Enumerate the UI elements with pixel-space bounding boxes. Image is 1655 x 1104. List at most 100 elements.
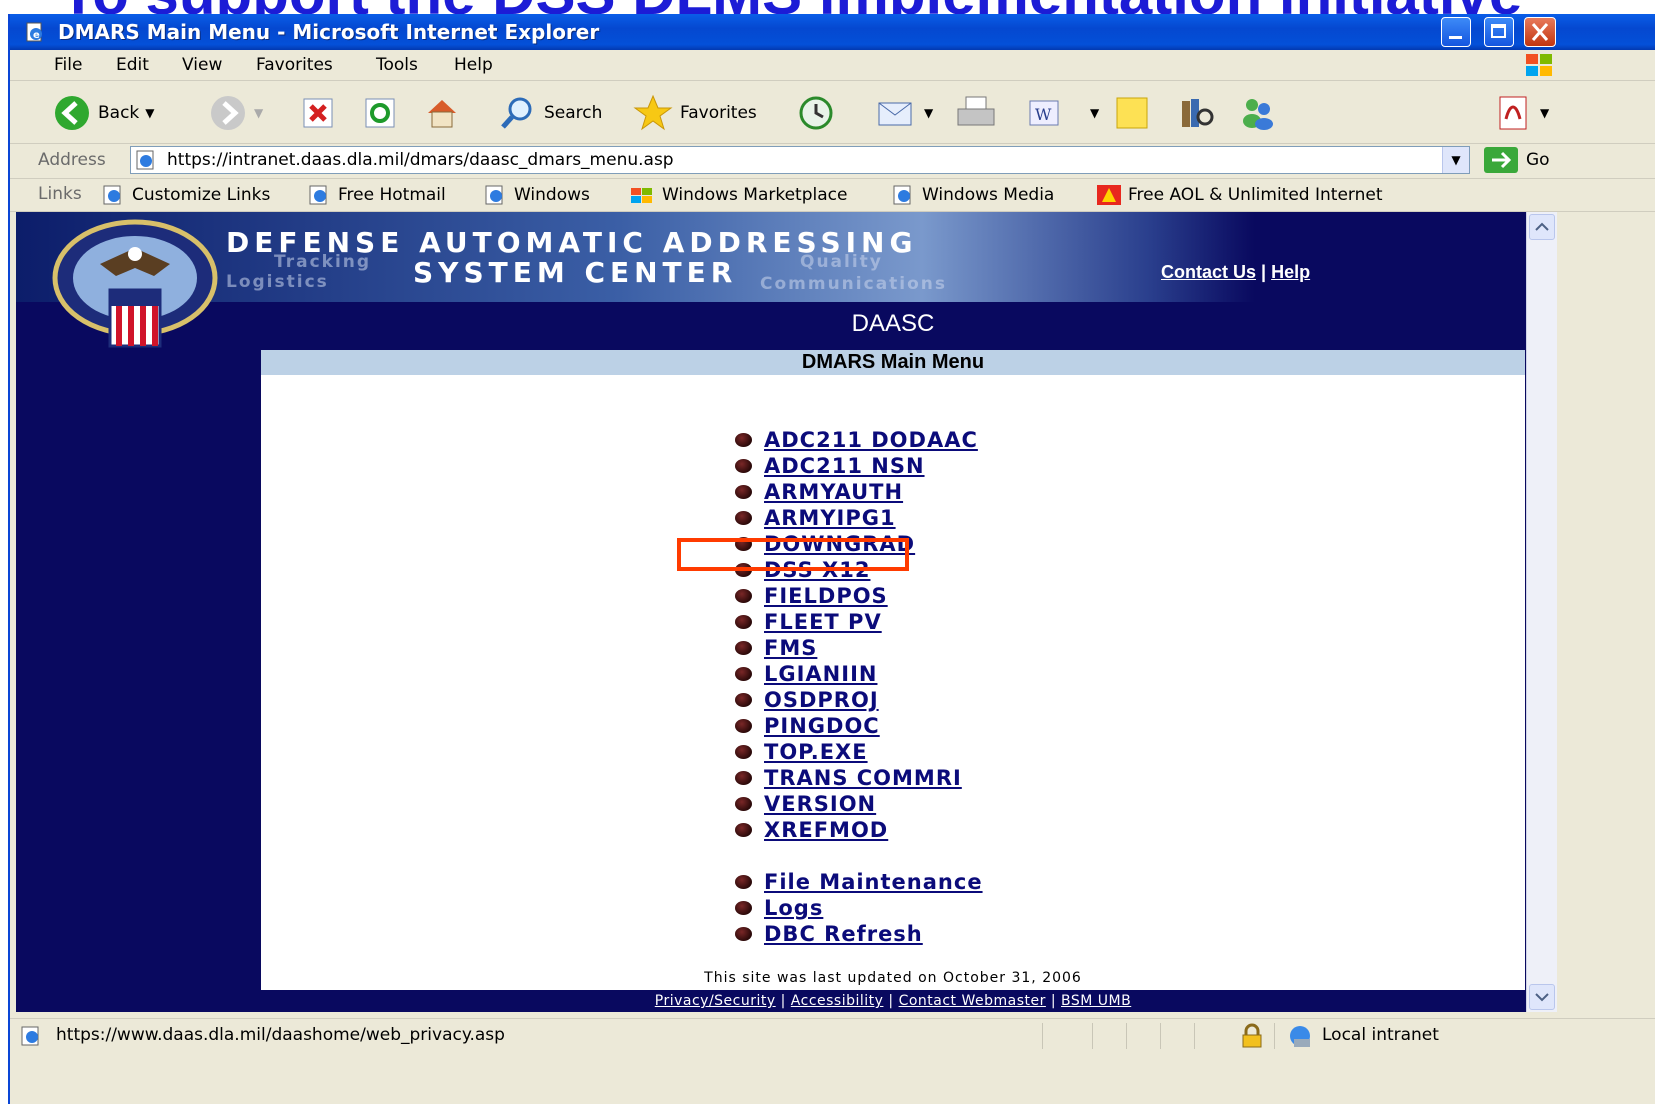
forward-button[interactable]: ▼: [208, 93, 263, 133]
search-label: Search: [544, 103, 603, 123]
print-button[interactable]: [954, 93, 998, 133]
list-item: ARMYAUTH: [735, 479, 983, 505]
menu-link-armyauth[interactable]: ARMYAUTH: [764, 480, 903, 504]
list-item: ADC211 NSN: [735, 453, 983, 479]
menu-link-fleet-pv[interactable]: FLEET PV: [764, 610, 882, 634]
privacy-security-link[interactable]: Privacy/Security: [655, 993, 776, 1009]
menu-file[interactable]: File: [54, 55, 82, 75]
address-dropdown-icon[interactable]: ▼: [1442, 147, 1469, 173]
contact-us-link[interactable]: Contact Us: [1161, 262, 1256, 282]
window-title: DMARS Main Menu - Microsoft Internet Exp…: [58, 20, 600, 44]
address-input[interactable]: https://intranet.daas.dla.mil/dmars/daas…: [130, 146, 1470, 174]
scroll-down-button[interactable]: [1529, 984, 1555, 1010]
stop-button[interactable]: [300, 93, 336, 133]
bullet-icon: [735, 745, 752, 759]
menu-help[interactable]: Help: [454, 55, 493, 75]
menu-link-lgianiin[interactable]: LGIANIIN: [764, 662, 877, 686]
vertical-scrollbar[interactable]: [1526, 212, 1557, 1012]
menu-link-armyipg1[interactable]: ARMYIPG1: [764, 506, 896, 530]
favorites-star-icon: [633, 94, 673, 131]
list-item: ARMYIPG1: [735, 505, 983, 531]
menu-link-xrefmod[interactable]: XREFMOD: [764, 818, 888, 842]
go-button[interactable]: Go: [1484, 147, 1550, 173]
link-free-hotmail[interactable]: Free Hotmail: [308, 184, 446, 206]
scroll-up-button[interactable]: [1529, 214, 1555, 240]
mail-button[interactable]: ▼: [876, 93, 933, 133]
slide-title: To support the DSS DLMS implementation i…: [60, 0, 1655, 14]
bullet-icon: [735, 667, 752, 681]
list-item: XREFMOD: [735, 817, 983, 843]
favorites-button[interactable]: Favorites: [632, 93, 757, 133]
pdf-dropdown-icon[interactable]: ▼: [1540, 106, 1549, 120]
link-windows[interactable]: Windows: [484, 184, 590, 206]
svg-text:W: W: [1035, 105, 1052, 124]
menu-edit[interactable]: Edit: [116, 55, 149, 75]
forward-arrow-icon: [211, 96, 245, 130]
top-links-separator: |: [1261, 262, 1267, 282]
help-link[interactable]: Help: [1271, 262, 1310, 282]
pdf-button[interactable]: ▼: [1494, 93, 1549, 133]
bsm-umb-link[interactable]: BSM UMB: [1061, 993, 1131, 1009]
link-free-aol[interactable]: Free AOL & Unlimited Internet: [1096, 184, 1383, 206]
windows-logo-icon: [1526, 54, 1552, 76]
title-bar[interactable]: e DMARS Main Menu - Microsoft Internet E…: [10, 14, 1655, 50]
refresh-button[interactable]: [362, 93, 398, 133]
menu-link-fieldpos[interactable]: FIELDPOS: [764, 584, 888, 608]
list-item: PINGDOC: [735, 713, 983, 739]
menu-link-adc211-nsn[interactable]: ADC211 NSN: [764, 454, 925, 478]
search-button[interactable]: Search: [498, 93, 602, 133]
menu-link-dbc-refresh[interactable]: DBC Refresh: [764, 922, 923, 946]
menu-link-logs[interactable]: Logs: [764, 896, 823, 920]
menu-link-pingdoc[interactable]: PINGDOC: [764, 714, 880, 738]
windows-flag-icon: [631, 188, 652, 203]
menu-link-trans-commri[interactable]: TRANS COMMRI: [764, 766, 962, 790]
back-dropdown-icon[interactable]: ▼: [145, 106, 154, 120]
ie-page-icon: [893, 185, 911, 205]
bullet-icon: [735, 771, 752, 785]
menu-link-top-exe[interactable]: TOP.EXE: [764, 740, 868, 764]
status-divider: [1274, 1023, 1275, 1049]
edit-button[interactable]: W ▼: [1026, 93, 1099, 133]
list-item: Logs: [735, 895, 983, 921]
menu-tools[interactable]: Tools: [376, 55, 418, 75]
menu-link-osdproj[interactable]: OSDPROJ: [764, 688, 879, 712]
link-windows-media[interactable]: Windows Media: [892, 184, 1054, 206]
list-spacer: [735, 843, 983, 869]
status-url: https://www.daas.dla.mil/daashome/web_pr…: [56, 1025, 505, 1045]
accessibility-link[interactable]: Accessibility: [791, 993, 884, 1009]
bullet-icon: [735, 459, 752, 473]
menu-favorites[interactable]: Favorites: [256, 55, 333, 75]
home-button[interactable]: [422, 93, 462, 133]
forward-dropdown-icon[interactable]: ▼: [254, 106, 263, 120]
mail-dropdown-icon[interactable]: ▼: [924, 106, 933, 120]
close-button[interactable]: [1524, 17, 1556, 47]
menu-link-file-maintenance[interactable]: File Maintenance: [764, 870, 983, 894]
research-button[interactable]: [1176, 93, 1216, 133]
lock-icon: [1242, 1023, 1262, 1048]
maximize-button[interactable]: [1484, 17, 1514, 47]
bullet-icon: [735, 823, 752, 837]
edit-dropdown-icon[interactable]: ▼: [1090, 106, 1099, 120]
notes-button[interactable]: [1112, 93, 1152, 133]
history-button[interactable]: [796, 93, 836, 133]
bullet-icon: [735, 797, 752, 811]
link-customize-links[interactable]: Customize Links: [102, 184, 270, 206]
contact-webmaster-link[interactable]: Contact Webmaster: [899, 993, 1046, 1009]
last-updated-text: This site was last updated on October 31…: [704, 970, 1082, 986]
chevron-up-icon: [1535, 222, 1549, 231]
bullet-icon: [735, 511, 752, 525]
mail-icon: [878, 102, 912, 126]
messenger-button[interactable]: [1238, 93, 1278, 133]
link-label: Customize Links: [132, 185, 271, 205]
close-icon: [1531, 23, 1549, 41]
menu-link-version[interactable]: VERSION: [764, 792, 876, 816]
back-button[interactable]: Back ▼: [52, 93, 155, 133]
minimize-button[interactable]: [1441, 17, 1471, 47]
site-name: DAASC: [851, 310, 935, 337]
link-label: Windows Media: [922, 185, 1055, 205]
menu-view[interactable]: View: [182, 55, 222, 75]
menu-link-fms[interactable]: FMS: [764, 636, 817, 660]
menu-link-adc211-dodaac[interactable]: ADC211 DODAAC: [764, 428, 978, 452]
link-windows-marketplace[interactable]: Windows Marketplace: [628, 184, 847, 206]
links-bar: Links Customize Links Free Hotmail Windo…: [10, 179, 1655, 212]
